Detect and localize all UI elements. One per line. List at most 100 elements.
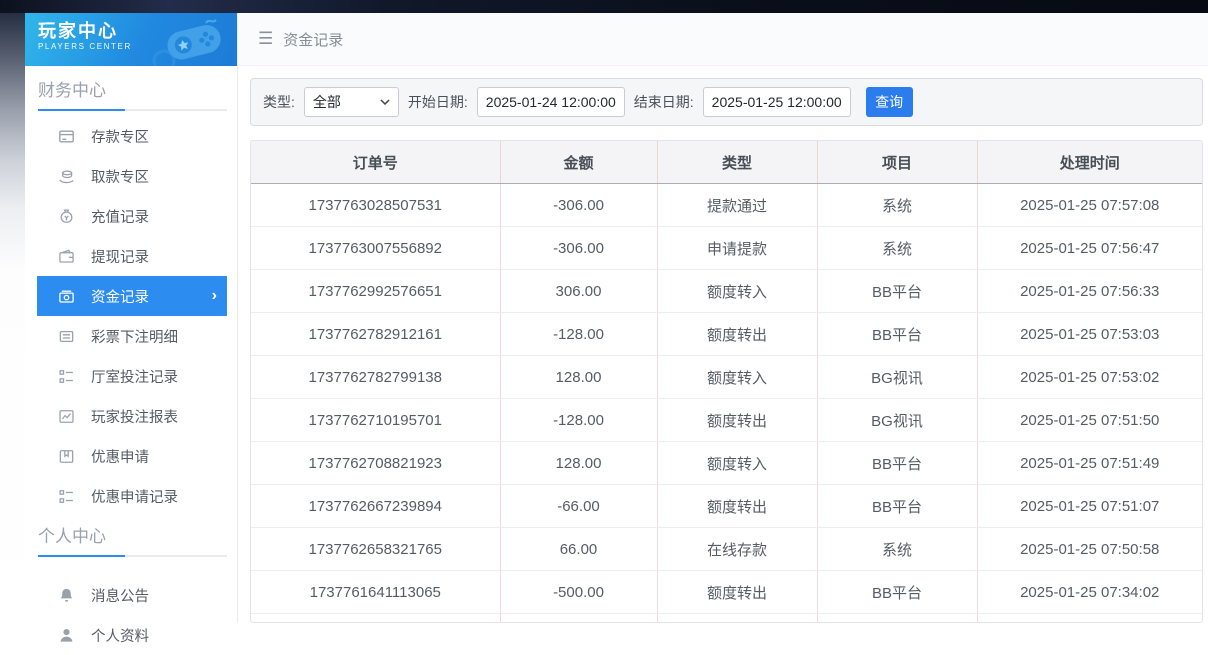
type-cell: 申请提款 xyxy=(657,227,817,270)
project-cell: BG视讯 xyxy=(817,399,977,442)
withdraw-zone-icon xyxy=(58,168,75,185)
main-panel: ☰ 资金记录 类型: 全部 开始日期: 结束日期: 查询 xyxy=(238,13,1208,623)
promo-application-records-icon xyxy=(58,488,75,505)
sidebar-item-label: 资金记录 xyxy=(91,286,149,307)
order-number-cell: 1737763028507531 xyxy=(251,184,500,227)
promo-application-icon xyxy=(58,448,75,465)
project-cell: BG视讯 xyxy=(817,356,977,399)
order-number-cell: 1737761607996627 xyxy=(251,614,500,624)
project-cell: 系统 xyxy=(817,528,977,571)
menu-toggle-icon[interactable]: ☰ xyxy=(258,29,273,49)
processed-time-cell: 2025-01-25 07:33:27 xyxy=(977,614,1202,624)
sidebar-item-promo-application-records[interactable]: 优惠申请记录 xyxy=(37,476,227,516)
recharge-records-icon xyxy=(58,208,75,225)
deposit-zone-icon xyxy=(58,128,75,145)
search-button[interactable]: 查询 xyxy=(866,87,913,117)
start-date-input[interactable] xyxy=(477,87,625,117)
sidebar-item-recharge-records[interactable]: 充值记录 xyxy=(37,196,227,236)
start-date-label: 开始日期: xyxy=(408,92,468,112)
column-header: 订单号 xyxy=(251,141,500,184)
sidebar-item-funds-records[interactable]: 资金记录› xyxy=(37,276,227,316)
sidebar-item-withdrawal-records[interactable]: 提现记录 xyxy=(37,236,227,276)
funds-table: 订单号金额类型项目处理时间 1737763028507531-306.00提款通… xyxy=(250,140,1203,623)
sidebar-item-hall-bet-records[interactable]: 厅室投注记录 xyxy=(37,356,227,396)
amount-cell: -128.00 xyxy=(500,313,657,356)
sidebar-item-label: 优惠申请 xyxy=(91,446,149,467)
sidebar-item-announcements[interactable]: 消息公告 xyxy=(37,575,227,615)
processed-time-cell: 2025-01-25 07:53:03 xyxy=(977,313,1202,356)
sidebar-item-label: 厅室投注记录 xyxy=(91,366,178,387)
end-date-input[interactable] xyxy=(703,87,851,117)
sidebar-brand: 玩家中心 PLAYERS CENTER xyxy=(25,13,237,66)
table-row: 1737762667239894-66.00额度转出BB平台2025-01-25… xyxy=(251,485,1202,528)
amount-cell: 306.00 xyxy=(500,270,657,313)
table-row: 1737761641113065-500.00额度转出BB平台2025-01-2… xyxy=(251,571,1202,614)
table-row: 1737763028507531-306.00提款通过系统2025-01-25 … xyxy=(251,184,1202,227)
type-cell: 额度转出 xyxy=(657,313,817,356)
processed-time-cell: 2025-01-25 07:34:02 xyxy=(977,571,1202,614)
lottery-bet-details-icon xyxy=(58,328,75,345)
project-cell: BB平台 xyxy=(817,442,977,485)
chevron-down-icon xyxy=(380,99,390,105)
sidebar-item-label: 优惠申请记录 xyxy=(91,486,178,507)
amount-cell: 500.00 xyxy=(500,614,657,624)
type-cell: 额度转出 xyxy=(657,485,817,528)
player-bet-report-icon xyxy=(58,408,75,425)
table-row: 1737761607996627500.00在线存款系统2025-01-25 0… xyxy=(251,614,1202,624)
sidebar-nav: 财务中心存款专区取款专区充值记录提现记录资金记录›彩票下注明细厅室投注记录玩家投… xyxy=(25,66,237,655)
sidebar-item-player-bet-report[interactable]: 玩家投注报表 xyxy=(37,396,227,436)
type-select-value: 全部 xyxy=(313,92,341,112)
type-cell: 额度转出 xyxy=(657,399,817,442)
page-left-strip xyxy=(0,13,25,623)
table-row: 1737763007556892-306.00申请提款系统2025-01-25 … xyxy=(251,227,1202,270)
page-title: 资金记录 xyxy=(283,29,343,50)
sidebar-item-profile[interactable]: 个人资料 xyxy=(37,615,227,655)
project-cell: BB平台 xyxy=(817,270,977,313)
table-row: 1737762708821923128.00额度转入BB平台2025-01-25… xyxy=(251,442,1202,485)
amount-cell: -500.00 xyxy=(500,571,657,614)
sidebar-item-label: 个人资料 xyxy=(91,625,149,646)
sidebar-item-deposit-zone[interactable]: 存款专区 xyxy=(37,116,227,156)
sidebar: 玩家中心 PLAYERS CENTER 财务中心存款专区取款专区充值记录提现记录… xyxy=(25,13,238,623)
project-cell: BB平台 xyxy=(817,313,977,356)
table-row: 173776265832176566.00在线存款系统2025-01-25 07… xyxy=(251,528,1202,571)
type-cell: 额度转入 xyxy=(657,356,817,399)
funds-records-icon xyxy=(58,288,75,305)
sidebar-item-lottery-bet-details[interactable]: 彩票下注明细 xyxy=(37,316,227,356)
order-number-cell: 1737762667239894 xyxy=(251,485,500,528)
type-select[interactable]: 全部 xyxy=(304,87,399,117)
sidebar-item-withdraw-zone[interactable]: 取款专区 xyxy=(37,156,227,196)
hall-bet-records-icon xyxy=(58,368,75,385)
column-header: 类型 xyxy=(657,141,817,184)
sidebar-item-label: 彩票下注明细 xyxy=(91,326,178,347)
processed-time-cell: 2025-01-25 07:51:49 xyxy=(977,442,1202,485)
amount-cell: -306.00 xyxy=(500,184,657,227)
app-window: 玩家中心 PLAYERS CENTER 财务中心存款专区取款专区充值记录提现记录… xyxy=(25,13,1208,623)
table-row: 1737762782912161-128.00额度转出BB平台2025-01-2… xyxy=(251,313,1202,356)
processed-time-cell: 2025-01-25 07:53:02 xyxy=(977,356,1202,399)
amount-cell: 66.00 xyxy=(500,528,657,571)
filter-bar: 类型: 全部 开始日期: 结束日期: 查询 xyxy=(250,78,1203,126)
profile-icon xyxy=(58,627,75,644)
announcements-icon xyxy=(58,587,75,604)
processed-time-cell: 2025-01-25 07:50:58 xyxy=(977,528,1202,571)
type-label: 类型: xyxy=(263,92,295,112)
amount-cell: -66.00 xyxy=(500,485,657,528)
type-cell: 提款通过 xyxy=(657,184,817,227)
sidebar-item-promo-application[interactable]: 优惠申请 xyxy=(37,436,227,476)
table-header-row: 订单号金额类型项目处理时间 xyxy=(251,141,1202,184)
type-cell: 额度转出 xyxy=(657,571,817,614)
end-date-label: 结束日期: xyxy=(634,92,694,112)
order-number-cell: 1737762782799138 xyxy=(251,356,500,399)
order-number-cell: 1737762658321765 xyxy=(251,528,500,571)
table-row: 1737762782799138128.00额度转入BG视讯2025-01-25… xyxy=(251,356,1202,399)
order-number-cell: 1737762710195701 xyxy=(251,399,500,442)
order-number-cell: 1737761641113065 xyxy=(251,571,500,614)
order-number-cell: 1737763007556892 xyxy=(251,227,500,270)
sidebar-item-label: 消息公告 xyxy=(91,585,149,606)
amount-cell: 128.00 xyxy=(500,356,657,399)
amount-cell: 128.00 xyxy=(500,442,657,485)
project-cell: 系统 xyxy=(817,614,977,624)
order-number-cell: 1737762708821923 xyxy=(251,442,500,485)
sidebar-section: 财务中心存款专区取款专区充值记录提现记录资金记录›彩票下注明细厅室投注记录玩家投… xyxy=(25,66,237,516)
